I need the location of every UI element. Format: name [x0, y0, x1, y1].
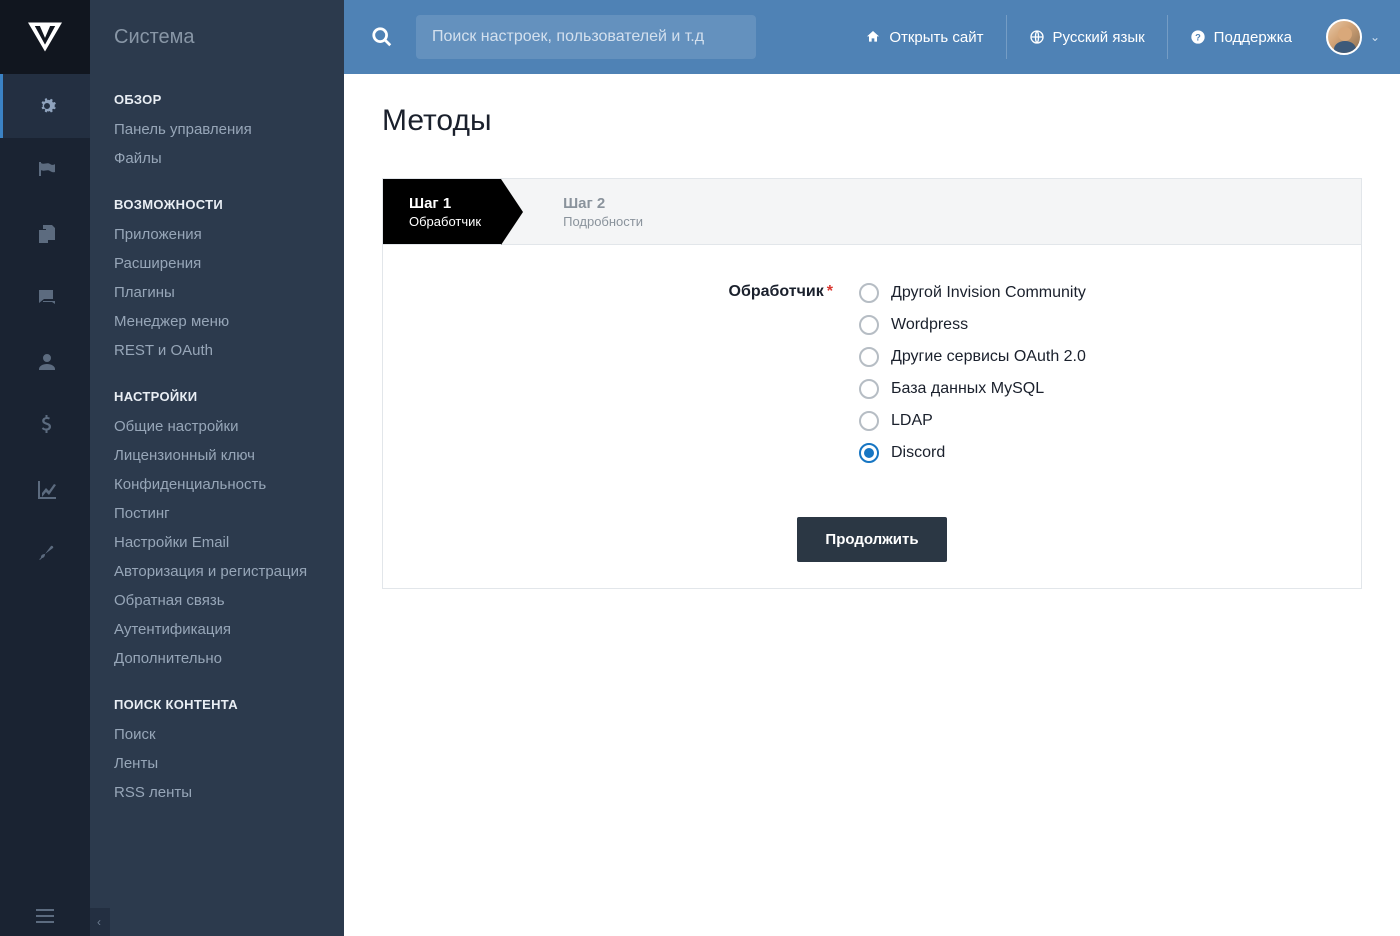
open-site-label: Открыть сайт	[889, 29, 983, 46]
nav-item-menu-manager[interactable]: Менеджер меню	[90, 307, 344, 336]
language-link[interactable]: Русский язык	[1006, 15, 1167, 59]
open-site-link[interactable]: Открыть сайт	[843, 15, 1005, 59]
support-link[interactable]: ? Поддержка	[1167, 15, 1314, 59]
logo-icon	[28, 22, 62, 52]
chevron-down-icon: ⌄	[1370, 30, 1380, 44]
handler-radio-group: Другой Invision Community Wordpress Другие…	[859, 281, 1331, 463]
sidebar: Система ОБЗОР Панель управления Файлы ВО…	[90, 0, 344, 936]
nav-item-files[interactable]: Файлы	[90, 144, 344, 173]
handler-option-4[interactable]: LDAP	[859, 411, 1331, 431]
user-menu[interactable]: ⌄	[1326, 19, 1380, 55]
form-panel: Шаг 1 Обработчик Шаг 2 Подробности Обраб…	[382, 178, 1362, 589]
radio-icon	[859, 347, 879, 367]
nav-item-license[interactable]: Лицензионный ключ	[90, 441, 344, 470]
step-wizard: Шаг 1 Обработчик Шаг 2 Подробности	[383, 179, 1361, 245]
step-1-sub: Обработчик	[409, 214, 481, 229]
rail-icon-members[interactable]	[0, 330, 90, 394]
nav-item-rss[interactable]: RSS ленты	[90, 778, 344, 807]
step-1-title: Шаг 1	[409, 195, 481, 212]
sidebar-collapse-button[interactable]: ‹	[90, 908, 110, 936]
radio-icon	[859, 379, 879, 399]
handler-option-label: Другие сервисы OAuth 2.0	[891, 348, 1086, 366]
nav-item-extensions[interactable]: Расширения	[90, 249, 344, 278]
search-input[interactable]	[416, 15, 756, 59]
search-icon	[371, 26, 393, 48]
handler-option-label: Другой Invision Community	[891, 284, 1086, 302]
avatar	[1326, 19, 1362, 55]
radio-icon	[859, 411, 879, 431]
nav-item-privacy[interactable]: Конфиденциальность	[90, 470, 344, 499]
handler-option-5[interactable]: Discord	[859, 443, 1331, 463]
handler-option-label: База данных MySQL	[891, 380, 1044, 398]
handler-option-1[interactable]: Wordpress	[859, 315, 1331, 335]
radio-icon	[859, 283, 879, 303]
rail-icon-customize[interactable]	[0, 522, 90, 586]
nav-item-search[interactable]: Поиск	[90, 720, 344, 749]
step-2[interactable]: Шаг 2 Подробности	[537, 179, 669, 244]
handler-option-3[interactable]: База данных MySQL	[859, 379, 1331, 399]
handler-option-2[interactable]: Другие сервисы OAuth 2.0	[859, 347, 1331, 367]
nav-header-search: ПОИСК КОНТЕНТА	[90, 689, 344, 720]
sidebar-title: Система	[90, 0, 344, 74]
support-label: Поддержка	[1214, 29, 1292, 46]
svg-text:?: ?	[1195, 32, 1201, 42]
nav-item-posting[interactable]: Постинг	[90, 499, 344, 528]
radio-icon	[859, 315, 879, 335]
step-1: Шаг 1 Обработчик	[383, 179, 501, 244]
continue-button[interactable]: Продолжить	[797, 517, 946, 562]
nav-item-dashboard[interactable]: Панель управления	[90, 115, 344, 144]
nav-item-feedback[interactable]: Обратная связь	[90, 586, 344, 615]
app-logo[interactable]	[0, 0, 90, 74]
home-icon	[865, 29, 881, 45]
help-icon: ?	[1190, 29, 1206, 45]
page-title: Методы	[382, 104, 1362, 138]
nav-item-rest-oauth[interactable]: REST и OAuth	[90, 336, 344, 365]
topbar: Открыть сайт Русский язык ? Поддержка ⌄	[344, 0, 1400, 74]
handler-option-label: Wordpress	[891, 316, 968, 334]
radio-icon	[859, 443, 879, 463]
handler-option-0[interactable]: Другой Invision Community	[859, 283, 1331, 303]
nav-item-login-reg[interactable]: Авторизация и регистрация	[90, 557, 344, 586]
rail-icon-commerce[interactable]	[0, 394, 90, 458]
handler-option-label: Discord	[891, 444, 945, 462]
nav-item-applications[interactable]: Приложения	[90, 220, 344, 249]
rail-icon-system[interactable]	[0, 74, 90, 138]
icon-rail	[0, 0, 90, 936]
handler-label: Обработчик*	[413, 281, 833, 463]
nav-item-advanced[interactable]: Дополнительно	[90, 644, 344, 673]
step-2-title: Шаг 2	[563, 195, 643, 212]
nav-header-features: ВОЗМОЖНОСТИ	[90, 189, 344, 220]
rail-icon-chat[interactable]	[0, 266, 90, 330]
nav-header-settings: НАСТРОЙКИ	[90, 381, 344, 412]
handler-option-label: LDAP	[891, 412, 933, 430]
language-label: Русский язык	[1053, 29, 1145, 46]
nav-item-email[interactable]: Настройки Email	[90, 528, 344, 557]
search-button[interactable]	[360, 15, 404, 59]
nav-item-feeds[interactable]: Ленты	[90, 749, 344, 778]
nav-item-authentication[interactable]: Аутентификация	[90, 615, 344, 644]
rail-menu-toggle[interactable]	[0, 896, 90, 936]
globe-icon	[1029, 29, 1045, 45]
rail-icon-stats[interactable]	[0, 458, 90, 522]
nav-header-overview: ОБЗОР	[90, 84, 344, 115]
step-2-sub: Подробности	[563, 214, 643, 229]
nav-item-general[interactable]: Общие настройки	[90, 412, 344, 441]
rail-icon-moderation[interactable]	[0, 138, 90, 202]
nav-item-plugins[interactable]: Плагины	[90, 278, 344, 307]
rail-icon-pages[interactable]	[0, 202, 90, 266]
